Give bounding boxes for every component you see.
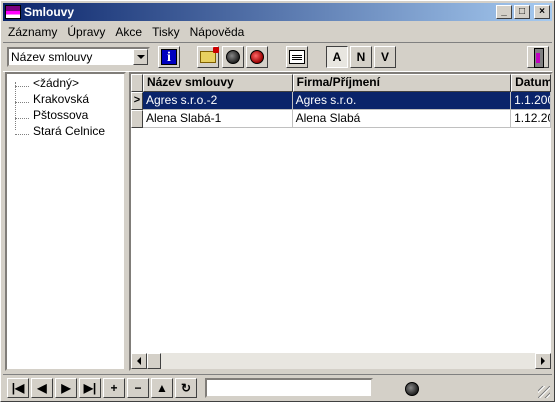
menu-tisky[interactable]: Tisky [147, 25, 185, 39]
scroll-track[interactable] [161, 353, 535, 369]
open-button[interactable] [197, 46, 219, 68]
menu-napoveda[interactable]: Nápověda [185, 25, 250, 39]
row-indicator [131, 110, 143, 128]
close-button[interactable]: × [534, 5, 550, 19]
row-indicator: > [131, 92, 143, 110]
window-title: Smlouvy [24, 5, 75, 19]
tree-branch [15, 79, 29, 87]
globe-icon [405, 382, 419, 396]
cell-date[interactable]: 1.12.20 [511, 110, 551, 128]
tree-panel: <žádný> Krakovská Pštossova Stará Celnic… [5, 72, 126, 371]
last-record-button[interactable]: ▶| [79, 378, 101, 398]
exit-button[interactable] [527, 46, 549, 68]
scroll-right-button[interactable] [535, 353, 551, 369]
field-select[interactable]: Název smlouvy [7, 47, 150, 67]
globe-button[interactable] [222, 46, 244, 68]
add-record-button[interactable]: + [103, 378, 125, 398]
column-header-name[interactable]: Název smlouvy [142, 74, 293, 92]
tree-branch [15, 95, 29, 103]
filter-v-button[interactable]: V [374, 46, 396, 68]
horizontal-scrollbar[interactable] [131, 353, 551, 369]
field-select-value: Název smlouvy [11, 50, 93, 64]
print-button[interactable] [286, 46, 308, 68]
exit-door-icon [531, 48, 545, 68]
grid-body [131, 92, 551, 353]
globe-red-button[interactable] [246, 46, 268, 68]
filter-a-button[interactable]: A [326, 46, 348, 68]
column-header-date[interactable]: Datum [511, 74, 551, 92]
arrow-left-icon [137, 357, 141, 365]
arrow-right-icon [541, 357, 545, 365]
first-record-button[interactable]: |◀ [7, 378, 29, 398]
globe-red-icon [250, 50, 264, 64]
cell-date[interactable]: 1.1.200 [511, 92, 551, 110]
main-window: Smlouvy _ □ × Záznamy Úpravy Akce Tisky … [0, 0, 555, 402]
tree-branch [15, 127, 29, 135]
navigator-bar: |◀ ◀ ▶ ▶| + − ▲ ↻ [3, 374, 552, 400]
info-icon: i [161, 49, 177, 65]
tree-item-none[interactable]: <žádný> [7, 75, 79, 91]
scroll-thumb[interactable] [147, 353, 161, 369]
tree-branch [15, 111, 29, 119]
status-input[interactable] [205, 378, 373, 398]
printer-icon [289, 50, 305, 64]
filter-n-button[interactable]: N [350, 46, 372, 68]
cell-company[interactable]: Alena Slabá [292, 110, 512, 128]
tree-item-stara-celnice[interactable]: Stará Celnice [7, 123, 105, 139]
maximize-button[interactable]: □ [514, 5, 530, 19]
table-row[interactable]: Alena Slabá-1 Alena Slabá 1.12.20 [131, 110, 551, 128]
title-bar[interactable]: Smlouvy _ □ × [3, 3, 552, 21]
minimize-button[interactable]: _ [496, 5, 512, 19]
tree-item-label: Pštossova [33, 108, 89, 122]
table-row[interactable]: > Agres s.r.o.-2 Agres s.r.o. 1.1.200 [131, 92, 551, 110]
tree-item-label: <žádný> [33, 76, 80, 90]
header-indicator [131, 74, 143, 92]
resize-grip[interactable] [538, 386, 550, 398]
grid-header: Název smlouvy Firma/Příjmení Datum [131, 74, 551, 92]
menu-zaznamy[interactable]: Záznamy [3, 25, 62, 39]
cell-name[interactable]: Agres s.r.o.-2 [142, 92, 293, 110]
globe-icon [226, 50, 240, 64]
toolbar: Název smlouvy i A N V [3, 42, 552, 72]
tree-item-label: Stará Celnice [33, 124, 106, 138]
app-icon [5, 5, 21, 19]
edit-record-button[interactable]: ▲ [151, 378, 173, 398]
menu-upravy[interactable]: Úpravy [62, 25, 110, 39]
column-header-company[interactable]: Firma/Příjmení [292, 74, 512, 92]
cell-company[interactable]: Agres s.r.o. [292, 92, 512, 110]
delete-record-button[interactable]: − [127, 378, 149, 398]
tree-item-label: Krakovská [33, 92, 90, 106]
next-record-button[interactable]: ▶ [55, 378, 77, 398]
info-button[interactable]: i [158, 46, 180, 68]
scroll-left-button[interactable] [131, 353, 147, 369]
menu-akce[interactable]: Akce [110, 25, 147, 39]
prev-record-button[interactable]: ◀ [31, 378, 53, 398]
folder-icon [200, 47, 219, 63]
tree-item-krakovska[interactable]: Krakovská [7, 91, 89, 107]
tree-item-pstossova[interactable]: Pštossova [7, 107, 88, 123]
cell-name[interactable]: Alena Slabá-1 [142, 110, 293, 128]
data-grid: Název smlouvy Firma/Příjmení Datum > Agr… [129, 72, 553, 371]
chevron-down-icon[interactable] [133, 49, 148, 65]
refresh-button[interactable]: ↻ [175, 378, 197, 398]
menu-bar: Záznamy Úpravy Akce Tisky Nápověda [3, 22, 249, 41]
